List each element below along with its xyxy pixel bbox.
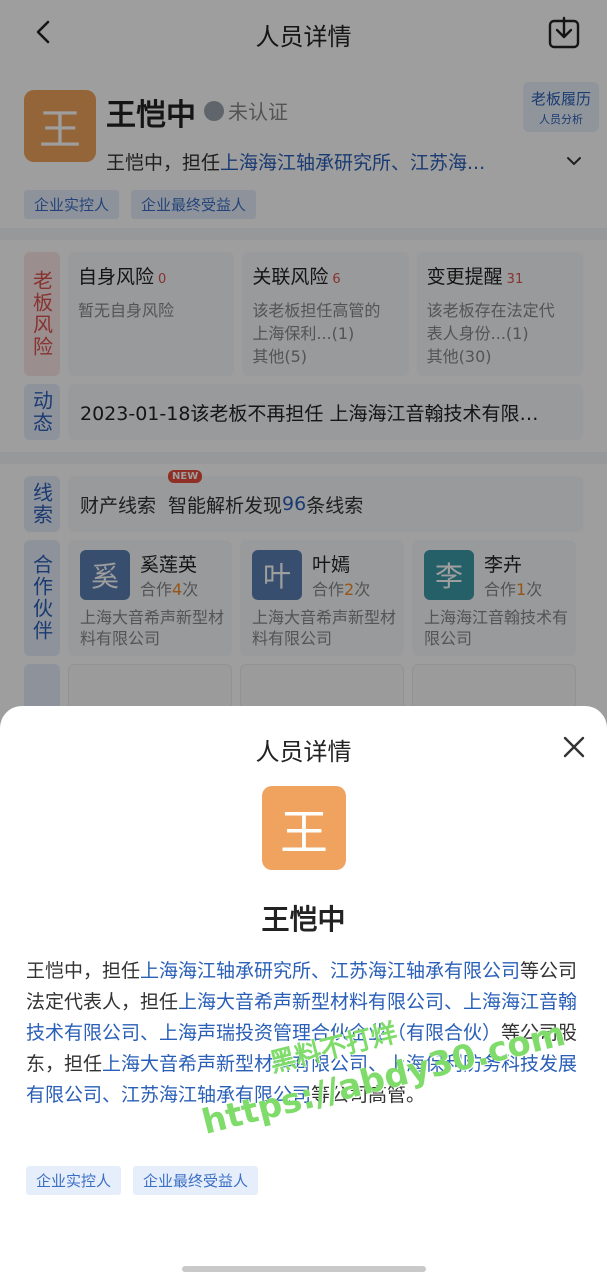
close-icon[interactable]	[561, 734, 587, 760]
person-name: 王恺中	[261, 903, 346, 936]
home-indicator[interactable]	[182, 1266, 426, 1272]
desc-text: 王恺中，担任	[26, 960, 141, 982]
tag-actual-controller[interactable]: 企业实控人	[26, 1166, 122, 1195]
person-detail-sheet: 人员详情 王 王恺中 王恺中，担任上海海江轴承研究所、江苏海江轴承有限公司等公司…	[0, 706, 607, 1280]
desc-link[interactable]: 上海海江轴承研究所、江苏海江轴承有限公司	[140, 960, 520, 982]
sheet-tags: 企业实控人 企业最终受益人	[26, 1166, 259, 1195]
avatar: 王	[262, 786, 346, 870]
sheet-title: 人员详情	[255, 738, 352, 766]
tag-ultimate-beneficiary[interactable]: 企业最终受益人	[133, 1166, 259, 1195]
